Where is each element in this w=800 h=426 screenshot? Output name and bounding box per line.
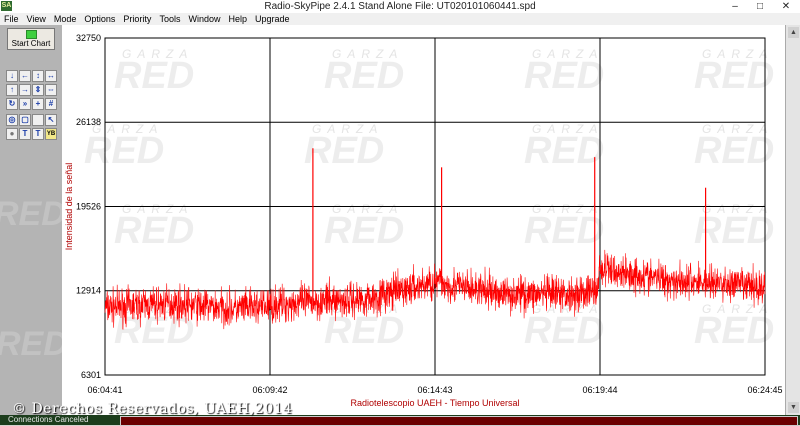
menu-help[interactable]: Help [224, 13, 251, 25]
watermark-logo: RED [84, 130, 164, 172]
close-button[interactable]: ✕ [774, 0, 798, 13]
menu-mode[interactable]: Mode [50, 13, 81, 25]
cursor-icon[interactable]: ↖ [45, 114, 57, 126]
text-frame-icon[interactable]: T [32, 128, 44, 140]
maximize-button[interactable]: □ [748, 0, 772, 13]
x-tick-label: 06:14:43 [417, 385, 452, 395]
watermark-logo: RED [694, 310, 774, 352]
x-axis-label: Radiotelescopio UAEH - Tiempo Universal [350, 398, 519, 408]
start-chart-label: Start Chart [11, 39, 51, 48]
watermark-logo: RED [324, 55, 404, 97]
watermark-logo: RED [524, 130, 604, 172]
watermark-logo: RED [524, 210, 604, 252]
menu-options[interactable]: Options [80, 13, 119, 25]
watermark-logo: RED [694, 130, 774, 172]
target-icon[interactable]: ◎ [6, 114, 18, 126]
menu-file[interactable]: File [0, 13, 23, 25]
y-tick-label: 32750 [76, 33, 101, 43]
vertical-scrollbar[interactable]: ▲ ▼ [785, 25, 800, 415]
x-tick-label: 06:09:42 [252, 385, 287, 395]
chart-svg: GARZAREDGARZAREDGARZAREDGARZAREDGARZARED… [64, 33, 783, 408]
blank-icon[interactable] [32, 114, 44, 126]
x-tick-label: 06:19:44 [582, 385, 617, 395]
compress-horizontal-icon[interactable]: ⇔ [45, 84, 57, 96]
watermark-logo: RED [324, 210, 404, 252]
record-icon[interactable]: ● [6, 128, 18, 140]
status-led-icon [25, 30, 37, 39]
expand-horizontal-icon[interactable]: ↔ [45, 70, 57, 82]
start-chart-button[interactable]: Start Chart [7, 28, 55, 50]
menu-tools[interactable]: Tools [155, 13, 184, 25]
watermark-logo: RED [114, 55, 194, 97]
svg-text:RED: RED [0, 195, 62, 233]
window-title: Radio-SkyPipe 2.4.1 Stand Alone File: UT… [264, 1, 536, 12]
chart-panel: GARZA RED GARZA RED GARZA RED GARZA RED GARZA RED… [62, 25, 785, 415]
copyright-overlay: © Derechos Reservados, UAEH,2014 [12, 401, 293, 417]
yb-icon[interactable]: YB [45, 128, 57, 140]
watermark-logo: RED [694, 55, 774, 97]
fast-forward-icon[interactable]: » [19, 98, 31, 110]
menu-window[interactable]: Window [184, 13, 224, 25]
watermark-logo: RED [524, 310, 604, 352]
svg-text:RED: RED [0, 325, 62, 363]
title-bar: SA Radio-SkyPipe 2.4.1 Stand Alone File:… [0, 0, 800, 13]
grid-icon[interactable]: # [45, 98, 57, 110]
expand-vertical-icon[interactable]: ↕ [32, 70, 44, 82]
menu-priority[interactable]: Priority [119, 13, 155, 25]
watermark-logo: RED [324, 310, 404, 352]
watermark-logo: RED [524, 55, 604, 97]
scroll-up-icon[interactable]: ▲ [788, 27, 799, 38]
scroll-down-icon[interactable]: ▼ [788, 402, 799, 413]
text-icon[interactable]: T [19, 128, 31, 140]
crosshair-icon[interactable]: + [32, 98, 44, 110]
x-tick-label: 06:04:41 [87, 385, 122, 395]
y-tick-label: 6301 [81, 370, 101, 380]
y-tick-label: 26138 [76, 117, 101, 127]
menu-bar: File View Mode Options Priority Tools Window He… [0, 13, 800, 25]
select-box-icon[interactable]: ▢ [19, 114, 31, 126]
watermark-logo: RED [304, 130, 384, 172]
arrow-up-icon[interactable]: ↑ [6, 84, 18, 96]
x-tick-label: 06:24:45 [747, 385, 782, 395]
menu-upgrade[interactable]: Upgrade [251, 13, 294, 25]
arrow-left-icon[interactable]: ← [19, 70, 31, 82]
menu-view[interactable]: View [23, 13, 50, 25]
minimize-button[interactable]: – [723, 0, 747, 13]
y-tick-label: 12914 [76, 286, 101, 296]
y-axis-label: Intensidad de la señal [64, 163, 74, 251]
arrow-down-icon[interactable]: ↓ [6, 70, 18, 82]
arrow-right-icon[interactable]: → [19, 84, 31, 96]
y-tick-label: 19526 [76, 201, 101, 211]
refresh-icon[interactable]: ↻ [6, 98, 18, 110]
watermark-logo: RED [114, 210, 194, 252]
compress-vertical-icon[interactable]: ⇕ [32, 84, 44, 96]
